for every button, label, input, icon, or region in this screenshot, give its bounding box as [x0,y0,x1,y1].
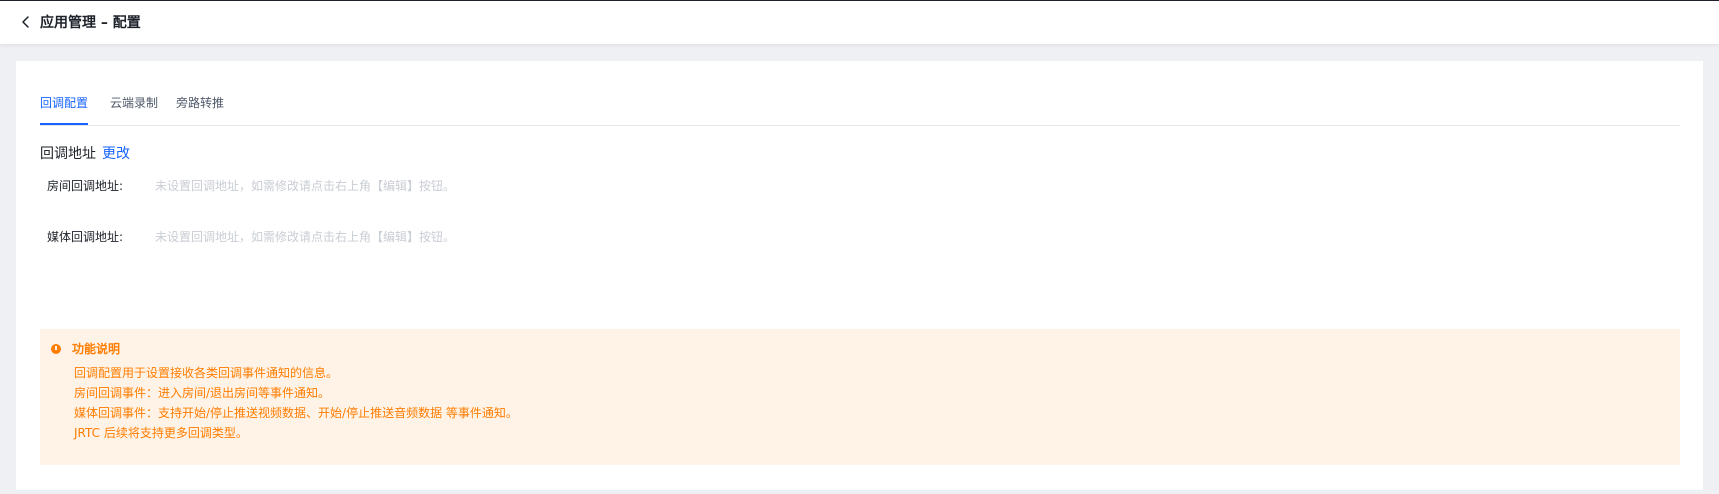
tab-cloud-recording[interactable]: 云端录制 [110,93,158,125]
room-callback-value: 未设置回调地址，如需修改请点击右上角【编辑】按钮。 [155,179,456,193]
tab-callback-config[interactable]: 回调配置 [40,93,89,125]
tab-bar: 回调配置 云端录制 旁路转推 [40,93,1680,126]
room-callback-label: 房间回调地址: [47,179,124,193]
warning-circle-icon [51,344,61,354]
notice-line: 房间回调事件：进入房间/退出房间等事件通知。 [74,386,331,400]
top-bar: 应用管理 – 配置 [0,0,1719,44]
media-callback-label: 媒体回调地址: [47,230,124,244]
notice-line: JRTC 后续将支持更多回调类型。 [74,426,248,440]
media-callback-value: 未设置回调地址，如需修改请点击右上角【编辑】按钮。 [155,230,456,244]
notice-line: 媒体回调事件：支持开始/停止推送视频数据、开始/停止推送音频数据 等事件通知。 [74,406,518,420]
chevron-left-icon[interactable] [20,15,32,29]
section-title: 回调地址 [40,146,96,162]
edit-link[interactable]: 更改 [102,144,130,164]
feature-notice: 功能说明 回调配置用于设置接收各类回调事件通知的信息。 房间回调事件：进入房间/… [40,329,1680,465]
tab-bypass-push[interactable]: 旁路转推 [176,93,224,125]
notice-line: 回调配置用于设置接收各类回调事件通知的信息。 [74,366,339,380]
page-title: 应用管理 – 配置 [40,15,141,31]
config-card: 回调配置 云端录制 旁路转推 回调地址 更改 房间回调地址: 未设置回调地址，如… [16,61,1703,490]
notice-title: 功能说明 [72,342,121,356]
